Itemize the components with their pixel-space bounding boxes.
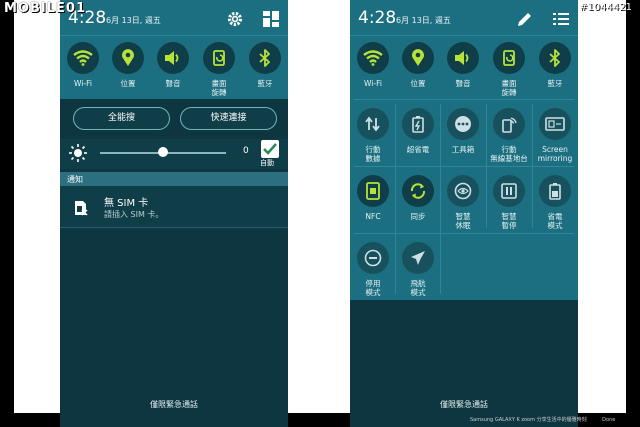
nfc-icon: [366, 182, 380, 200]
qs-tile-screen-rotation[interactable]: 畫面 旋轉: [486, 42, 532, 97]
sound-icon: [455, 51, 469, 65]
brightness-row: [60, 139, 288, 169]
ultra-power-saving-icon: [412, 116, 424, 133]
toolbox-icon: [455, 116, 471, 132]
brightness-slider-handle[interactable]: [158, 147, 168, 157]
middle-white-margin: [288, 0, 350, 413]
qs-tile-ultra-power-saving[interactable]: 超省電: [395, 108, 441, 154]
emergency-calls-only: 僅限緊急通話: [350, 397, 578, 413]
sound-icon: [165, 51, 179, 65]
qs-tile-airplane-mode[interactable]: 飛航 模式: [395, 242, 441, 297]
auto-brightness-checkbox[interactable]: [261, 140, 279, 158]
post-id-watermark: #1044421: [579, 2, 632, 13]
mobile-data-icon: [365, 116, 380, 132]
date-label: 6月 13日, 週五: [106, 16, 161, 25]
qs-tile-bluetooth[interactable]: 藍牙: [532, 42, 578, 88]
status-header: 4:28 6月 13日, 週五: [350, 0, 578, 36]
qs-tile-power-saving[interactable]: 省電 模式: [532, 175, 578, 230]
notification-no-sim[interactable]: 無 SIM 卡 請插入 SIM 卡。: [60, 186, 288, 228]
right-phone-screen: 4:28 6月 13日, 週五 Wi-Fi 位置 聲音 畫面 旋轉 藍牙 行動 …: [350, 0, 578, 427]
qs-tile-wifi[interactable]: Wi-Fi: [350, 42, 396, 88]
qs-tile-bluetooth[interactable]: 藍牙: [242, 42, 288, 88]
clock: 4:28: [358, 8, 397, 28]
qs-tile-wifi[interactable]: Wi-Fi: [60, 42, 106, 88]
quick-connect-button[interactable]: 快速連接: [180, 107, 277, 130]
wifi-icon: [363, 50, 383, 66]
gallery-footer: Samsung GALAXY K zoom 分享生活中的優雅時刻 Done: [470, 416, 615, 423]
bluetooth-icon: [549, 49, 560, 67]
brightness-value: 0: [243, 146, 249, 156]
qs-tile-location[interactable]: 位置: [105, 42, 151, 88]
right-white-margin: [578, 0, 626, 413]
smart-pause-icon: [501, 183, 517, 199]
auto-brightness-label: 自動: [260, 159, 274, 167]
blocking-mode-icon: [364, 249, 382, 267]
smart-stay-icon: [454, 182, 472, 200]
left-white-margin: [14, 0, 60, 413]
qs-tile-nfc[interactable]: NFC: [350, 175, 396, 221]
rotate-icon: [213, 50, 225, 66]
mobile01-logo: MOBILE01: [4, 1, 86, 16]
location-icon: [412, 49, 424, 66]
qs-tile-smart-stay[interactable]: 智慧 休眠: [440, 175, 486, 230]
qs-tile-blocking-mode[interactable]: 停用 模式: [350, 242, 396, 297]
qs-tile-mobile-hotspot[interactable]: 行動 無線基地台: [486, 108, 532, 163]
hotspot-icon: [502, 117, 517, 133]
airplane-mode-icon: [411, 251, 425, 265]
edit-grid-icon[interactable]: [262, 10, 280, 28]
wifi-icon: [73, 50, 93, 66]
screen-mirroring-icon: [545, 117, 565, 131]
search-button[interactable]: 全能搜: [73, 107, 170, 130]
left-phone-screen: 4:28 6月 13日, 週五 Wi-Fi 位置 聲音 畫面 旋轉 藍牙 全能搜…: [60, 0, 288, 427]
edit-pencil-icon[interactable]: [516, 10, 534, 28]
sim-card-icon: [75, 201, 88, 216]
emergency-calls-only: 僅限緊急通話: [60, 397, 288, 413]
qs-tile-location[interactable]: 位置: [395, 42, 441, 88]
notification-title: 無 SIM 卡: [104, 198, 149, 209]
sync-icon: [410, 183, 426, 199]
qs-tile-sync[interactable]: 同步: [395, 175, 441, 221]
notifications-header: 通知: [60, 172, 288, 186]
qs-tile-toolbox[interactable]: 工具箱: [440, 108, 486, 154]
list-view-icon[interactable]: [552, 10, 570, 28]
notification-subtitle: 請插入 SIM 卡。: [104, 210, 164, 219]
qs-tile-screen-rotation[interactable]: 畫面 旋轉: [196, 42, 242, 97]
quick-settings-grid: Wi-Fi 位置 聲音 畫面 旋轉 藍牙 行動 數據 超省電 工具箱 行動 無線…: [350, 36, 578, 300]
date-label: 6月 13日, 週五: [396, 16, 451, 25]
power-saving-icon: [549, 183, 561, 200]
done-button[interactable]: Done: [602, 417, 615, 423]
status-header: 4:28 6月 13日, 週五: [60, 0, 288, 36]
settings-gear-icon[interactable]: [226, 10, 244, 28]
rotate-icon: [503, 50, 515, 66]
location-icon: [122, 49, 134, 66]
brightness-icon: [69, 144, 87, 162]
quick-settings-row: Wi-Fi 位置 聲音 畫面 旋轉 藍牙: [60, 36, 288, 99]
checkmark-icon: [263, 143, 277, 155]
qs-tile-sound[interactable]: 聲音: [150, 42, 196, 88]
bluetooth-icon: [259, 49, 270, 67]
qs-tile-sound[interactable]: 聲音: [440, 42, 486, 88]
qs-tile-smart-pause[interactable]: 智慧 暫停: [486, 175, 532, 230]
qs-tile-screen-mirroring[interactable]: Screen mirroring: [532, 108, 578, 163]
footer-caption: Samsung GALAXY K zoom 分享生活中的優雅時刻: [470, 417, 587, 423]
qs-tile-mobile-data[interactable]: 行動 數據: [350, 108, 396, 163]
